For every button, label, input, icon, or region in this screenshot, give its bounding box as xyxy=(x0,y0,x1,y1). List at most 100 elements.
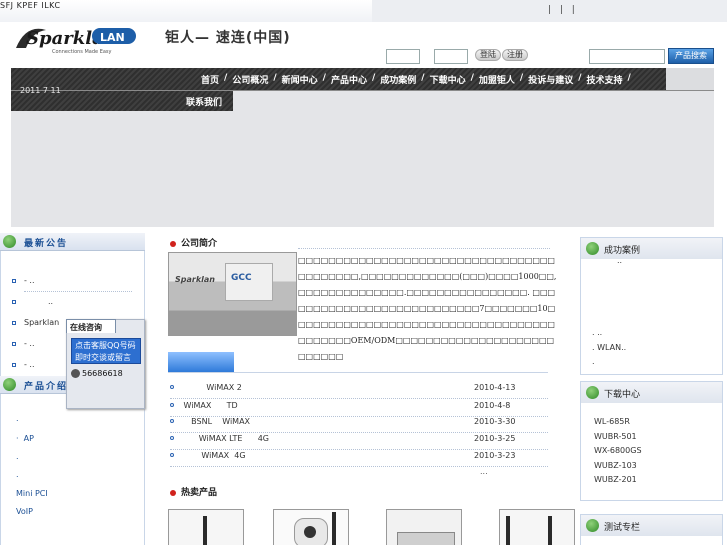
news-row[interactable]: WiMAX 2 2010-4-13 xyxy=(170,381,548,399)
product-search-button[interactable]: 产品搜索 xyxy=(668,48,714,64)
news-list-item[interactable]: - .. xyxy=(12,360,35,369)
nav-item-products[interactable]: 产品中心 xyxy=(330,73,368,86)
brand-title: 钜人— 速连(中国) xyxy=(165,30,291,46)
download-item[interactable]: WUBZ-201 xyxy=(594,475,637,484)
test-box-header: 测试专栏 xyxy=(581,515,722,536)
nav-item-feedback[interactable]: 投诉与建议 xyxy=(527,73,574,86)
news-list-item[interactable]: - .. xyxy=(12,276,35,285)
product-category[interactable]: . xyxy=(16,452,19,461)
news-list-item[interactable]: - .. xyxy=(12,339,35,348)
test-box: 测试专栏 xyxy=(580,514,723,545)
product-category[interactable]: VoIP xyxy=(16,507,33,516)
nav-item-contact[interactable]: 联系我们 xyxy=(186,95,222,108)
logo-subtitle: Connections Made Easy xyxy=(52,49,112,55)
antenna-shape xyxy=(548,516,552,545)
download-item[interactable]: WUBR-501 xyxy=(594,432,637,441)
password-input[interactable] xyxy=(434,49,468,64)
cases-box: 成功案例 xyxy=(580,237,723,375)
bullet-icon xyxy=(170,453,174,457)
nav-divider xyxy=(11,90,714,91)
nav-date: 2011 7 11 xyxy=(20,86,61,95)
product-category[interactable]: . xyxy=(16,470,19,479)
news-list-item[interactable]: Sparklan xyxy=(12,318,59,327)
banner-edge xyxy=(714,95,727,227)
nav-bar-end xyxy=(666,68,714,90)
nav-item-join[interactable]: 加盟钜人 xyxy=(478,73,516,86)
hot-product-image[interactable] xyxy=(273,509,349,545)
bullet-icon: · xyxy=(16,434,24,443)
nav-item-cases[interactable]: 成功案例 xyxy=(379,73,417,86)
login-button[interactable]: 登陆 xyxy=(475,49,501,61)
qq-contact-button[interactable]: 点击客服QQ号码 即时交谈或留言 xyxy=(71,338,141,364)
cases-icon xyxy=(586,242,599,255)
news-box-title: 最新公告 xyxy=(24,239,69,249)
camera-lens-shape xyxy=(304,526,316,538)
photo-sign-text: GCC xyxy=(231,273,252,283)
bullet-icon xyxy=(12,362,16,367)
nav-menu: 首页 / 公司概况 / 新闻中心 / 产品中心 / 成功案例 / 下载中心 / 加盟钜人 / … xyxy=(200,73,635,86)
cases-box-header: 成功案例 xyxy=(581,238,722,259)
antenna-shape xyxy=(506,516,510,545)
nav-separator: / xyxy=(322,73,326,83)
test-icon xyxy=(586,519,599,532)
hot-product-image[interactable] xyxy=(168,509,244,545)
top-garbled-text: SFJ KPEF ILKC xyxy=(0,1,61,10)
download-item[interactable]: WX-6800GS xyxy=(594,446,642,455)
router-body-shape xyxy=(397,532,455,545)
case-item[interactable]: . .. xyxy=(592,328,602,337)
nav-item-home[interactable]: 首页 xyxy=(200,73,220,86)
nav-separator: / xyxy=(421,73,425,83)
phone-icon xyxy=(71,369,80,378)
antenna-shape xyxy=(203,516,207,545)
product-category[interactable]: . xyxy=(16,414,19,423)
nav-separator: / xyxy=(273,73,277,83)
news-row[interactable]: WiMAX LTE 4G 2010-3-25 xyxy=(170,432,548,450)
bullet-icon xyxy=(170,385,174,389)
sparklan-logo[interactable]: Sparklan LAN Connections Made Easy xyxy=(12,22,140,56)
chat-tab[interactable]: 在线咨询 xyxy=(66,319,116,333)
hot-product-image[interactable] xyxy=(386,509,462,545)
news-list-item[interactable]: .. xyxy=(12,297,53,306)
nav-item-support[interactable]: 技术支持 xyxy=(586,73,624,86)
red-dot-icon xyxy=(170,240,176,247)
product-category[interactable]: · AP xyxy=(16,434,34,443)
nav-separator: / xyxy=(627,73,631,83)
download-item[interactable]: WL-685R xyxy=(594,417,630,426)
case-item[interactable]: . xyxy=(592,357,595,366)
divider xyxy=(24,291,132,292)
username-input[interactable] xyxy=(386,49,420,64)
nav-separator: / xyxy=(371,73,376,83)
more-link[interactable]: ... xyxy=(480,467,488,476)
bullet-icon xyxy=(12,320,16,325)
news-row[interactable]: WiMAX 4G 2010-3-23 xyxy=(170,449,548,467)
news-row[interactable]: BSNL WiMAX 2010-3-30 xyxy=(170,415,548,433)
news-tab[interactable] xyxy=(168,352,234,372)
logo-tag: LAN xyxy=(100,31,125,44)
case-item[interactable]: . WLAN.. xyxy=(592,343,626,352)
top-strip: SFJ KPEF ILKC | | | xyxy=(0,0,727,22)
nav-item-downloads[interactable]: 下载中心 xyxy=(429,73,467,86)
bullet-icon xyxy=(170,403,174,407)
search-input[interactable] xyxy=(589,49,665,64)
nav-separator: / xyxy=(224,73,228,83)
company-photo: GCC Sparklan xyxy=(168,252,297,336)
case-item[interactable]: .. xyxy=(617,256,622,265)
download-item[interactable]: WUBZ-103 xyxy=(594,461,637,470)
product-category[interactable]: Mini PCI xyxy=(16,489,48,498)
register-button[interactable]: 注册 xyxy=(502,49,528,61)
bullet-icon xyxy=(170,436,174,440)
nav-item-news[interactable]: 新闻中心 xyxy=(281,73,319,86)
downloads-box-header: 下载中心 xyxy=(581,382,722,403)
products-icon xyxy=(3,378,16,391)
nav-separator: / xyxy=(470,73,474,83)
divider xyxy=(298,248,550,249)
page: SFJ KPEF ILKC | | | Sparklan LAN Connect… xyxy=(0,0,727,545)
hot-product-image[interactable] xyxy=(499,509,575,545)
top-links[interactable]: | | | xyxy=(548,5,575,15)
nav-separator: / xyxy=(519,73,524,83)
red-dot-icon xyxy=(170,489,176,496)
company-intro-text: □□□□□□□□□□□□□□□□□□□□□□□□□□□□□□□□□□□□□□□□… xyxy=(298,256,557,361)
hotline: 56686618 xyxy=(71,369,123,378)
nav-item-company[interactable]: 公司概况 xyxy=(231,73,269,86)
downloads-icon xyxy=(586,386,599,399)
